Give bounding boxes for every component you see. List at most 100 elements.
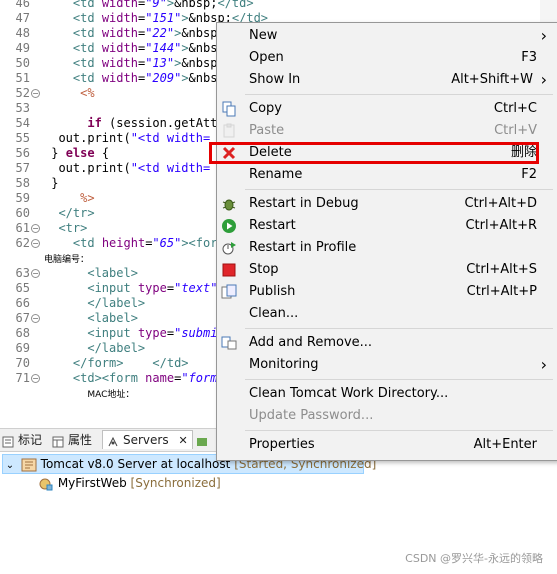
code-text: <input type="text" xyxy=(87,281,218,295)
code-text: <td width="144">&nbsp xyxy=(72,41,225,55)
menu-separator xyxy=(245,94,553,95)
line-number: 71 xyxy=(15,371,30,385)
fold-toggle-icon[interactable]: − xyxy=(31,224,40,233)
menu-item-restart[interactable]: Restart Ctrl+Alt+R xyxy=(217,215,557,237)
menu-item-open[interactable]: Open F3 xyxy=(217,47,557,69)
line-number: 54 xyxy=(15,116,30,130)
markers-icon xyxy=(2,435,14,447)
code-text: <tr> xyxy=(58,221,88,235)
line-number: 47 xyxy=(15,11,30,25)
menu-item-clean-tomcat-work-directory[interactable]: Clean Tomcat Work Directory... xyxy=(217,383,557,405)
menu-item-properties[interactable]: Properties Alt+Enter xyxy=(217,434,557,456)
menu-item-rename[interactable]: Rename F2 xyxy=(217,164,557,186)
code-text: <td width="22">&nbsp; xyxy=(72,26,225,40)
publish-icon xyxy=(221,284,237,300)
menu-separator xyxy=(245,189,553,190)
line-number: 62 xyxy=(15,236,30,250)
line-number: 59 xyxy=(15,191,30,205)
line-number: 66 xyxy=(15,296,30,310)
context-menu: New › Open F3 Show In Alt+Shift+W › Copy Ctrl+C P… xyxy=(216,22,557,461)
menu-item-shortcut: F2 xyxy=(521,167,537,182)
profile-icon xyxy=(221,240,237,256)
menu-item-restart-in-debug[interactable]: Restart in Debug Ctrl+Alt+D xyxy=(217,193,557,215)
line-number: 46 xyxy=(15,0,30,10)
menu-item-label: Clean Tomcat Work Directory... xyxy=(249,386,449,401)
line-number: 60 xyxy=(15,206,30,220)
code-text: <input type="submit xyxy=(87,326,225,340)
menu-item-label: New xyxy=(249,28,278,43)
code-line[interactable]: 46 <td width="9">&nbsp;</td> xyxy=(0,0,557,11)
tab-label: 属性 xyxy=(68,433,93,447)
code-text: MAC地址： xyxy=(87,390,135,400)
code-text: <label> xyxy=(87,311,138,325)
restart-icon xyxy=(221,218,237,234)
menu-item-shortcut: Ctrl+Alt+R xyxy=(465,218,537,233)
menu-item-show-in[interactable]: Show In Alt+Shift+W › xyxy=(217,69,557,91)
menu-item-shortcut: Ctrl+Alt+P xyxy=(466,284,537,299)
code-text: } xyxy=(44,176,59,190)
menu-item-shortcut: Ctrl+Alt+D xyxy=(464,196,537,211)
line-number: 65 xyxy=(15,281,30,295)
code-text: </label> xyxy=(87,341,146,355)
menu-item-label: Restart xyxy=(249,218,296,233)
code-text: <td><form name="form4 xyxy=(72,371,225,385)
chevron-down-icon[interactable]: ⌄ xyxy=(3,457,17,475)
fold-toggle-icon[interactable]: − xyxy=(31,239,40,248)
line-number: 69 xyxy=(15,341,30,355)
tab-markers[interactable]: 标记 xyxy=(2,431,42,449)
fold-toggle-icon[interactable]: − xyxy=(31,314,40,323)
server-name: Tomcat v8.0 Server at localhost xyxy=(40,457,231,471)
menu-item-monitoring[interactable]: Monitoring › xyxy=(217,354,557,376)
line-number: 50 xyxy=(15,56,30,70)
line-number: 52 xyxy=(15,86,30,100)
menu-item-add-and-remove[interactable]: Add and Remove... xyxy=(217,332,557,354)
menu-item-label: Show In xyxy=(249,72,301,87)
add-remove-icon xyxy=(221,335,237,351)
line-number: 48 xyxy=(15,26,30,40)
menu-item-clean[interactable]: Clean... xyxy=(217,303,557,325)
menu-item-label: Stop xyxy=(249,262,279,277)
code-text: </label> xyxy=(87,296,146,310)
menu-item-shortcut: F3 xyxy=(521,50,537,65)
servers-tree: ⌄ Tomcat v8.0 Server at localhost [Start… xyxy=(0,452,557,532)
menu-item-label: Properties xyxy=(249,437,315,452)
menu-item-new[interactable]: New › xyxy=(217,25,557,47)
delete-highlight-box xyxy=(209,142,539,164)
fold-toggle-icon[interactable]: − xyxy=(31,374,40,383)
fold-toggle-icon[interactable]: − xyxy=(31,89,40,98)
tab-overflow[interactable] xyxy=(196,431,212,449)
menu-item-update-password: Update Password... xyxy=(217,405,557,427)
code-text: if (session.getAttr xyxy=(87,116,225,130)
line-number: 68 xyxy=(15,326,30,340)
menu-item-publish[interactable]: Publish Ctrl+Alt+P xyxy=(217,281,557,303)
code-text: </form> </td> xyxy=(72,356,189,370)
menu-separator xyxy=(245,328,553,329)
stop-icon xyxy=(221,262,237,278)
menu-item-label: Clean... xyxy=(249,306,299,321)
fold-toggle-icon[interactable]: − xyxy=(31,269,40,278)
menu-item-label: Restart in Debug xyxy=(249,196,359,211)
chevron-right-icon: › xyxy=(540,355,547,374)
code-text: <label> xyxy=(87,266,138,280)
tab-servers[interactable]: Servers ✕ xyxy=(102,430,193,449)
chevron-right-icon: › xyxy=(540,70,547,89)
line-number: 72 xyxy=(0,401,30,402)
code-text: out.print("<td width= xyxy=(44,161,211,175)
menu-item-shortcut: Alt+Shift+W xyxy=(451,72,533,87)
line-number: 56 xyxy=(15,146,30,160)
menu-item-shortcut: Ctrl+C xyxy=(493,101,537,116)
line-number: 63 xyxy=(15,266,30,280)
menu-item-stop[interactable]: Stop Ctrl+Alt+S xyxy=(217,259,557,281)
menu-item-copy[interactable]: Copy Ctrl+C xyxy=(217,98,557,120)
menu-item-shortcut: Alt+Enter xyxy=(473,437,537,452)
module-node[interactable]: MyFirstWeb [Synchronized] xyxy=(38,474,221,492)
menu-item-label: Copy xyxy=(249,101,282,116)
menu-item-label: Monitoring xyxy=(249,357,319,372)
code-text: </tr> xyxy=(58,206,95,220)
menu-item-label: Restart in Profile xyxy=(249,240,357,255)
code-text: <td height="65"><form xyxy=(72,236,225,250)
tab-properties[interactable]: 属性 xyxy=(52,431,92,449)
menu-item-restart-in-profile[interactable]: Restart in Profile xyxy=(217,237,557,259)
close-icon[interactable]: ✕ xyxy=(178,434,187,447)
debug-icon xyxy=(221,196,237,212)
